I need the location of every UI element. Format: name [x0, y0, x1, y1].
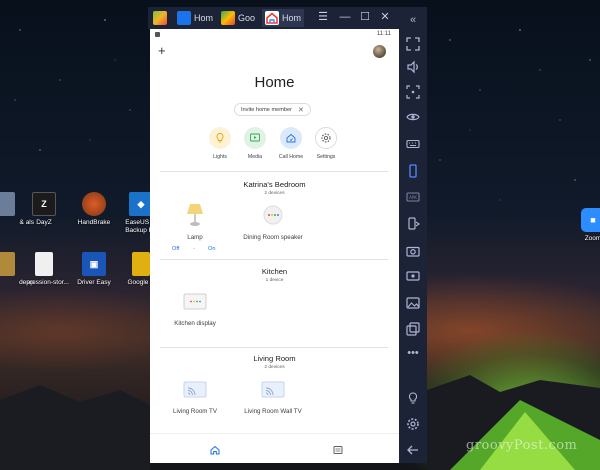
lamp-off-button[interactable]: Off: [172, 246, 179, 252]
bluestacks-icon: [153, 11, 167, 25]
lamp-icon: [150, 201, 240, 229]
document-icon: [35, 252, 53, 276]
eye-icon[interactable]: [405, 110, 421, 126]
settings-icon[interactable]: [405, 417, 421, 433]
feed-icon[interactable]: [332, 443, 344, 455]
keyboard-icon[interactable]: [405, 137, 421, 153]
bottom-navigation: [150, 433, 399, 463]
gallery-icon[interactable]: [405, 296, 421, 312]
rotate-icon[interactable]: [405, 217, 421, 233]
status-time: 11:11: [376, 31, 391, 37]
camera-icon[interactable]: [405, 244, 421, 260]
desktop-icon-zoom[interactable]: ■ Zoom: [562, 208, 600, 243]
device-label: Living Room TV: [173, 408, 217, 415]
call-home-icon: [280, 127, 302, 149]
home-icon[interactable]: [209, 443, 221, 455]
dayz-icon: Z: [32, 192, 56, 216]
fullscreen-icon[interactable]: [405, 37, 421, 53]
call-home-button[interactable]: Call Home: [271, 127, 311, 160]
device-label: Kitchen display: [174, 320, 216, 327]
device-living-room-wall-tv[interactable]: Living Room Wall TV: [228, 377, 318, 415]
media-icon: [244, 127, 266, 149]
lamp-separator: -: [193, 246, 195, 252]
menu-icon[interactable]: ☰: [316, 10, 330, 24]
watermark: groovyPost.com: [466, 438, 578, 453]
tv-cast-icon: [150, 377, 240, 403]
sim-icon: [155, 32, 160, 37]
page-title: Home: [254, 74, 295, 91]
status-bar: 11:11: [150, 29, 399, 41]
close-icon[interactable]: ✕: [298, 106, 304, 114]
app-store-icon: [177, 11, 191, 25]
settings-button[interactable]: Settings: [306, 127, 346, 160]
room-title-katrinas-bedroom[interactable]: Katrina's Bedroom: [150, 180, 399, 189]
invite-label: Invite home member: [241, 106, 292, 113]
back-icon[interactable]: [405, 443, 421, 459]
divider: [160, 347, 388, 348]
tab-home-1[interactable]: Hom: [174, 9, 216, 27]
google-sheets-icon: [132, 252, 150, 276]
room-title-kitchen[interactable]: Kitchen: [150, 267, 399, 276]
tab-google-play[interactable]: Goo: [218, 9, 258, 27]
tab-label: Goo: [238, 13, 256, 23]
media-button[interactable]: Media: [235, 127, 275, 160]
room-title-living-room[interactable]: Living Room: [150, 354, 399, 363]
invite-home-member-chip[interactable]: Invite home member ✕: [234, 103, 311, 116]
divider: [160, 171, 388, 172]
quick-action-label: Call Home: [278, 154, 304, 160]
device-living-room-tv[interactable]: Living Room TV: [150, 377, 240, 415]
add-icon[interactable]: +: [158, 44, 166, 58]
device-label: Lamp: [187, 234, 203, 241]
tv-cast-icon: [228, 377, 318, 403]
quick-action-label: Media: [247, 154, 263, 160]
zoom-icon: ■: [581, 208, 600, 232]
google-home-icon: [265, 11, 279, 25]
google-play-icon: [221, 11, 235, 25]
speaker-icon: [228, 201, 318, 229]
room-device-count: 2 devices: [264, 191, 285, 196]
room-device-count: 1 device: [265, 278, 284, 283]
device-dining-room-speaker[interactable]: Dining Room speaker: [228, 201, 318, 241]
lamp-on-button[interactable]: On: [208, 246, 215, 252]
emulator-title-bar: Hom Goo Hom ☰ — ☐ ✕: [148, 7, 399, 29]
device-kitchen-display[interactable]: Kitchen display: [150, 289, 240, 327]
emulator-home-tab[interactable]: [150, 9, 170, 27]
tab-label: Hom: [194, 13, 214, 23]
driver-easy-icon: ▣: [82, 252, 106, 276]
quick-action-label: Settings: [316, 154, 336, 160]
light-icon[interactable]: [405, 391, 421, 407]
volume-icon[interactable]: [405, 60, 421, 76]
record-icon[interactable]: [405, 269, 421, 285]
minimize-icon[interactable]: —: [338, 10, 352, 24]
smart-display-icon: [150, 289, 240, 315]
quick-action-label: Lights: [213, 154, 227, 160]
handbrake-icon: [82, 192, 106, 216]
phone-icon[interactable]: [405, 164, 421, 180]
emulator-sidebar: « APK •••: [399, 7, 427, 463]
lights-button[interactable]: Lights: [200, 127, 240, 160]
svg-text:APK: APK: [409, 195, 417, 200]
collapse-icon[interactable]: «: [405, 12, 421, 28]
desktop-icon-label: Zoom: [584, 235, 600, 242]
close-icon[interactable]: ✕: [378, 10, 392, 24]
expand-icon[interactable]: [405, 85, 421, 101]
avatar[interactable]: [373, 45, 386, 58]
apk-icon[interactable]: APK: [405, 190, 421, 206]
bulb-icon: [209, 127, 231, 149]
android-screen: 11:11 + Home Invite home member ✕ Lights…: [150, 29, 399, 463]
divider: [160, 259, 388, 260]
device-label: Living Room Wall TV: [244, 408, 302, 415]
device-lamp[interactable]: Lamp: [150, 201, 240, 241]
settings-icon: [315, 127, 337, 149]
tab-label: Hom: [282, 13, 302, 23]
multi-instance-icon[interactable]: [405, 322, 421, 338]
room-device-count: 2 devices: [264, 365, 285, 370]
device-label: Dining Room speaker: [243, 234, 303, 241]
more-icon[interactable]: •••: [405, 345, 421, 361]
tab-google-home[interactable]: Hom: [262, 9, 305, 27]
maximize-icon[interactable]: ☐: [358, 10, 372, 24]
